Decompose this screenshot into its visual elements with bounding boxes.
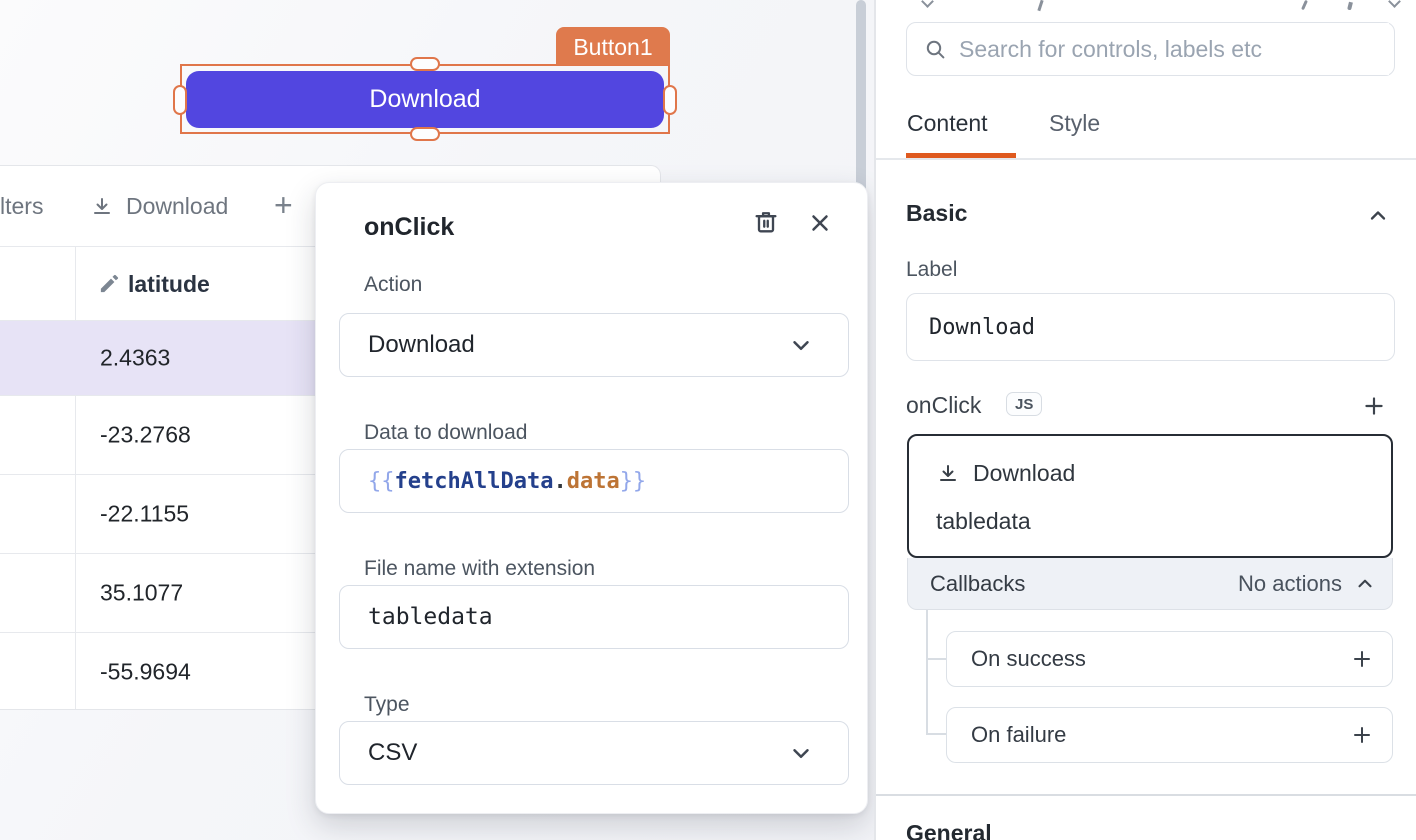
- add-success-callback-button[interactable]: [1350, 647, 1374, 671]
- selection-outline: [180, 64, 670, 134]
- trash-icon: [752, 208, 780, 236]
- close-icon: [807, 210, 833, 236]
- popup-title: onClick: [364, 213, 454, 242]
- callbacks-toggle[interactable]: Callbacks No actions: [907, 558, 1393, 610]
- chevron-up-icon[interactable]: [1366, 204, 1390, 228]
- table-filters-button[interactable]: lters: [0, 166, 43, 247]
- resize-handle-top[interactable]: [410, 57, 440, 71]
- add-failure-callback-button[interactable]: [1350, 723, 1374, 747]
- callback-tree-line: [926, 610, 928, 735]
- download-icon: [90, 195, 114, 219]
- plus-icon: [1350, 647, 1374, 671]
- action-select-value: Download: [368, 331, 475, 359]
- callbacks-label: Callbacks: [930, 571, 1025, 597]
- action-card-subtitle: tabledata: [936, 508, 1031, 535]
- type-label: Type: [364, 693, 410, 717]
- code-identifier: fetchAllData: [395, 469, 554, 494]
- search-input[interactable]: [959, 23, 1389, 75]
- code-brace-open: {{: [368, 469, 395, 494]
- chevron-down-icon: [788, 740, 814, 766]
- basic-section-title: Basic: [906, 200, 967, 227]
- plus-icon: [1350, 723, 1374, 747]
- clipped-text-fragment: [1037, 0, 1043, 11]
- data-to-download-label: Data to download: [364, 421, 527, 445]
- search-box: [906, 22, 1395, 76]
- clipped-text-fragment: [1301, 0, 1308, 10]
- action-select[interactable]: Download: [339, 313, 849, 377]
- add-action-button[interactable]: [1361, 393, 1387, 419]
- delete-action-button[interactable]: [752, 208, 780, 236]
- on-failure-row[interactable]: On failure: [946, 707, 1393, 763]
- table-download-label: Download: [126, 193, 228, 220]
- data-to-download-input[interactable]: {{fetchAllData.data}}: [339, 449, 849, 513]
- code-property: data: [567, 469, 620, 494]
- cell-latitude: -55.9694: [100, 659, 191, 686]
- resize-handle-bottom[interactable]: [410, 127, 440, 141]
- general-section-title: General: [906, 820, 992, 840]
- plus-icon: [1361, 393, 1387, 419]
- type-select-value: CSV: [368, 739, 417, 767]
- download-icon: [936, 462, 960, 486]
- table-download-button[interactable]: Download: [90, 166, 228, 247]
- clipped-text-fragment: [921, 0, 934, 8]
- column-header-latitude[interactable]: latitude: [128, 247, 210, 321]
- onclick-property-label: onClick: [906, 392, 981, 419]
- cell-latitude: 2.4363: [100, 345, 170, 372]
- filename-input[interactable]: [339, 585, 849, 649]
- section-divider: [876, 794, 1416, 796]
- on-success-label: On success: [971, 646, 1086, 672]
- onclick-popup: onClick Action Download Data to download…: [315, 182, 868, 814]
- property-pane: Content Style Basic Label onClick JS Dow…: [874, 0, 1416, 840]
- cell-latitude: -23.2768: [100, 422, 191, 449]
- js-toggle-badge[interactable]: JS: [1006, 392, 1042, 416]
- tab-bar-divider: [876, 158, 1416, 160]
- resize-handle-right[interactable]: [663, 85, 677, 115]
- close-button[interactable]: [807, 210, 833, 236]
- pencil-icon: [98, 272, 121, 295]
- tab-style[interactable]: Style: [1049, 110, 1100, 137]
- action-label: Action: [364, 273, 422, 297]
- tab-content[interactable]: Content: [907, 110, 988, 137]
- clipped-text-fragment: [1388, 0, 1401, 8]
- type-select[interactable]: CSV: [339, 721, 849, 785]
- table-add-column-button[interactable]: +: [274, 166, 293, 245]
- callback-tree-elbow: [926, 733, 946, 735]
- clipped-text-fragment: [1347, 2, 1352, 11]
- code-dot: .: [553, 469, 566, 494]
- chevron-up-icon: [1354, 573, 1376, 595]
- on-failure-label: On failure: [971, 722, 1066, 748]
- search-icon: [924, 38, 948, 62]
- on-success-row[interactable]: On success: [946, 631, 1393, 687]
- widget-name-tag[interactable]: Button1: [556, 27, 670, 65]
- filename-label: File name with extension: [364, 557, 595, 581]
- chevron-down-icon: [788, 332, 814, 358]
- label-field-label: Label: [906, 258, 957, 282]
- callbacks-status: No actions: [1238, 571, 1342, 597]
- app-root: lters Download + latitude 2.4363 -23.276…: [0, 0, 1416, 840]
- action-card-title: Download: [973, 460, 1075, 487]
- cell-latitude: 35.1077: [100, 580, 183, 607]
- callback-tree-elbow: [926, 658, 946, 660]
- code-brace-close: }}: [620, 469, 647, 494]
- resize-handle-left[interactable]: [173, 85, 187, 115]
- label-input[interactable]: [906, 293, 1395, 361]
- onclick-action-card[interactable]: Download tabledata: [907, 434, 1393, 558]
- cell-latitude: -22.1155: [100, 501, 189, 528]
